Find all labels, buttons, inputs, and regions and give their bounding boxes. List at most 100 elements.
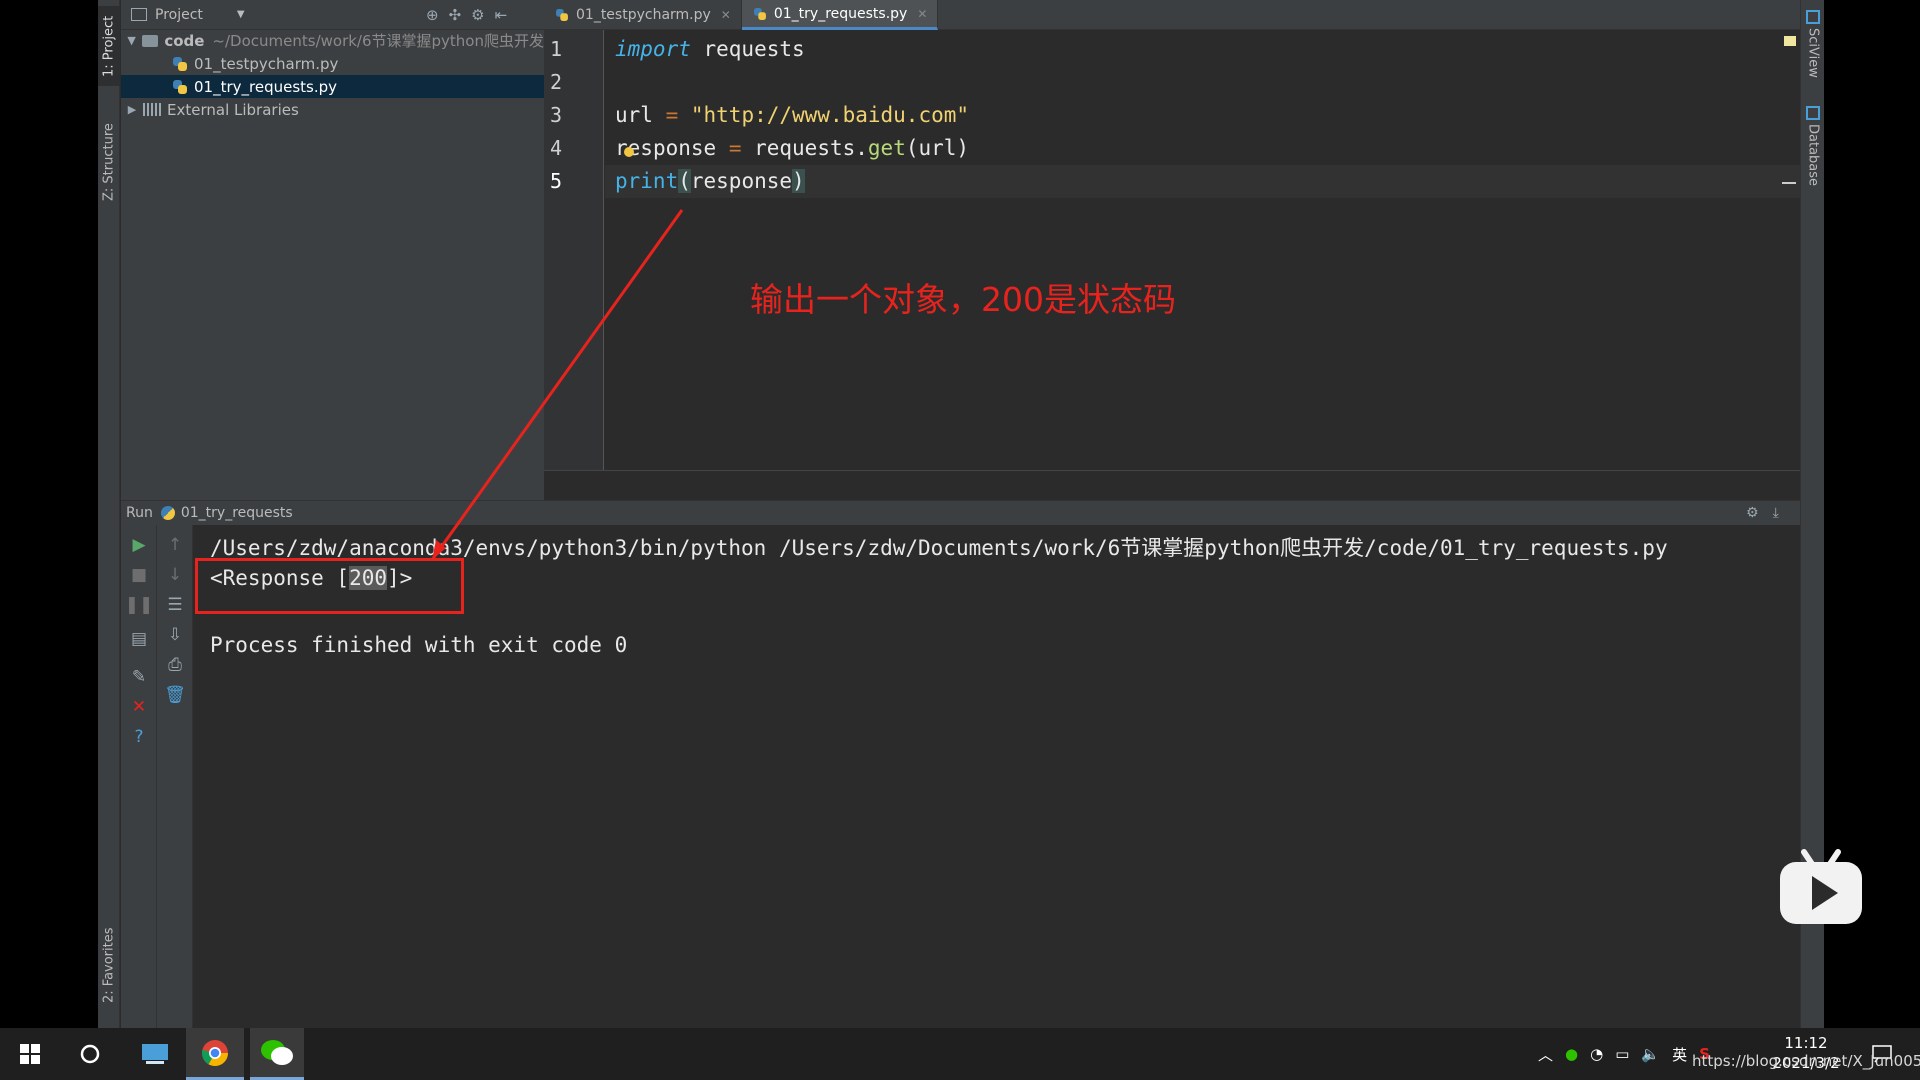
line-number-current: 5: [550, 169, 563, 193]
run-toolbar-primary: ▶ ■ ❚❚ ▤ ✎ ✕ ?: [121, 525, 157, 1028]
file-name: 01_try_requests.py: [194, 77, 338, 96]
run-toolbar-secondary: ↑ ↓ ☰ ⇩ ⎙ 🗑: [157, 525, 193, 1028]
open-paren: (: [678, 169, 691, 193]
requests-obj: requests.: [754, 136, 868, 160]
print-arg: response: [690, 169, 793, 193]
project-view-selector[interactable]: Project: [155, 7, 203, 23]
tool-tab-structure[interactable]: Z: Structure: [98, 112, 120, 212]
tool-tab-favorites[interactable]: 2: Favorites: [98, 915, 120, 1015]
chevron-up-icon[interactable]: ︿: [1538, 1044, 1553, 1065]
expand-arrow-icon[interactable]: ▼: [125, 34, 138, 47]
pause-icon[interactable]: ❚❚: [125, 595, 154, 615]
stop-icon[interactable]: ■: [129, 565, 149, 585]
taskbar-app-explorer[interactable]: [130, 1028, 180, 1080]
python-run-icon: [160, 506, 175, 520]
external-libraries-label: External Libraries: [167, 100, 299, 119]
code-line-2[interactable]: [605, 66, 1800, 99]
code-line-3[interactable]: url = "http://www.baidu.com": [605, 99, 1800, 132]
project-header-tools: ⊕ ✣ ⚙ ⇤: [426, 6, 507, 24]
tree-root-folder[interactable]: ▼ code ~/Documents/work/6节课掌握python爬虫开发: [121, 29, 544, 52]
sciview-label: SciView: [1805, 28, 1821, 78]
library-icon: [143, 103, 161, 116]
print-call: print: [615, 169, 679, 193]
python-file-icon: [172, 79, 188, 95]
taskbar-app-chrome[interactable]: [186, 1028, 244, 1080]
chevron-down-icon[interactable]: ▼: [237, 9, 245, 20]
down-arrow-icon[interactable]: ↓: [165, 565, 185, 585]
wechat-tray-icon[interactable]: ●: [1565, 1045, 1578, 1063]
pin-icon[interactable]: ✎: [129, 667, 149, 687]
tree-file-01-try-requests[interactable]: 01_try_requests.py: [121, 75, 544, 98]
python-file-icon: [172, 56, 188, 72]
python-file-icon: [753, 7, 767, 21]
editor-inspection-marker[interactable]: [1784, 36, 1796, 46]
up-arrow-icon[interactable]: ↑: [165, 535, 185, 555]
root-folder-name: code: [164, 31, 205, 50]
scroll-to-end-icon[interactable]: ⇩: [165, 625, 185, 645]
pycharm-window: 1: Project Z: Structure 2: Favorites Pro…: [98, 0, 1824, 1028]
keyword-import: import: [615, 37, 691, 61]
database-label: Database: [1805, 124, 1821, 187]
code-line-4[interactable]: response = requests.get(url): [605, 132, 1800, 165]
lightbulb-icon[interactable]: [623, 147, 634, 157]
start-button[interactable]: [8, 1028, 52, 1080]
expand-arrow-icon[interactable]: ▶: [125, 103, 139, 116]
tab-01-testpycharm[interactable]: 01_testpycharm.py ✕: [544, 0, 742, 30]
close-icon[interactable]: ✕: [129, 697, 149, 717]
folder-icon: [142, 34, 159, 47]
module-name: requests: [690, 37, 805, 61]
windows-icon: [20, 1044, 40, 1064]
search-button[interactable]: [68, 1028, 112, 1080]
collapse-icon[interactable]: ✣: [449, 6, 462, 24]
gear-icon[interactable]: ⚙: [471, 6, 484, 24]
editor-caret-marker: [1782, 182, 1796, 184]
code-line-1[interactable]: import requests: [605, 33, 1800, 66]
run-header-tools: ⚙ ⤓: [1746, 505, 1779, 521]
trash-icon[interactable]: 🗑: [164, 685, 186, 705]
python-file-icon: [555, 8, 569, 22]
battery-icon[interactable]: ▭: [1615, 1045, 1629, 1063]
file-name: 01_testpycharm.py: [194, 54, 339, 73]
tool-tab-sciview[interactable]: SciView: [1801, 10, 1824, 90]
gear-icon[interactable]: ⚙: [1746, 505, 1759, 521]
close-paren: ): [792, 169, 805, 193]
var-response-rest: esponse: [627, 136, 717, 160]
system-tray: ︿ ● ◔ ▭ 🔈 英 S: [1538, 1028, 1710, 1080]
url-string: "http://www.baidu.com": [690, 103, 970, 127]
sciview-icon: [1806, 10, 1820, 24]
console-finish: Process finished with exit code 0: [210, 633, 628, 657]
code-line-5[interactable]: print(response): [605, 165, 1800, 198]
close-icon[interactable]: ✕: [721, 8, 731, 22]
wechat-icon: [261, 1039, 293, 1065]
tool-tab-database[interactable]: Database: [1801, 106, 1824, 196]
minimize-icon[interactable]: ⤓: [1773, 505, 1779, 521]
locate-icon[interactable]: ⊕: [426, 6, 439, 24]
help-icon[interactable]: ?: [129, 727, 149, 747]
tree-external-libraries[interactable]: ▶ External Libraries: [121, 98, 544, 121]
hide-panel-icon[interactable]: ⇤: [495, 6, 508, 24]
tab-label: 01_try_requests.py: [773, 5, 908, 22]
chrome-icon: [201, 1039, 229, 1066]
line-number: 4: [550, 136, 563, 160]
tab-label: 01_testpycharm.py: [576, 7, 711, 23]
input-language[interactable]: 英: [1672, 1044, 1687, 1065]
code-editor[interactable]: import requests url = "http://www.baidu.…: [605, 30, 1800, 470]
soft-wrap-icon[interactable]: ☰: [165, 595, 185, 615]
tree-file-01-testpycharm[interactable]: 01_testpycharm.py: [121, 52, 544, 75]
print-icon[interactable]: ⎙: [165, 655, 185, 675]
root-folder-path: ~/Documents/work/6节课掌握python爬虫开发: [212, 32, 544, 50]
wifi-icon[interactable]: ◔: [1590, 1045, 1603, 1063]
tool-tab-project[interactable]: 1: Project: [98, 6, 120, 86]
database-icon: [1806, 106, 1820, 120]
tab-01-try-requests[interactable]: 01_try_requests.py ✕: [741, 0, 939, 30]
layout-icon[interactable]: ▤: [129, 629, 149, 649]
clock-time: 11:12: [1784, 1034, 1828, 1052]
rerun-icon[interactable]: ▶: [129, 535, 149, 555]
run-label: Run: [126, 505, 153, 521]
close-icon[interactable]: ✕: [917, 7, 927, 21]
project-icon: [131, 8, 147, 21]
run-panel-header: Run 01_try_requests ⚙ ⤓: [121, 500, 1800, 525]
run-config-name: 01_try_requests: [180, 505, 293, 521]
taskbar-app-wechat[interactable]: [250, 1028, 304, 1080]
volume-icon[interactable]: 🔈: [1641, 1045, 1660, 1063]
